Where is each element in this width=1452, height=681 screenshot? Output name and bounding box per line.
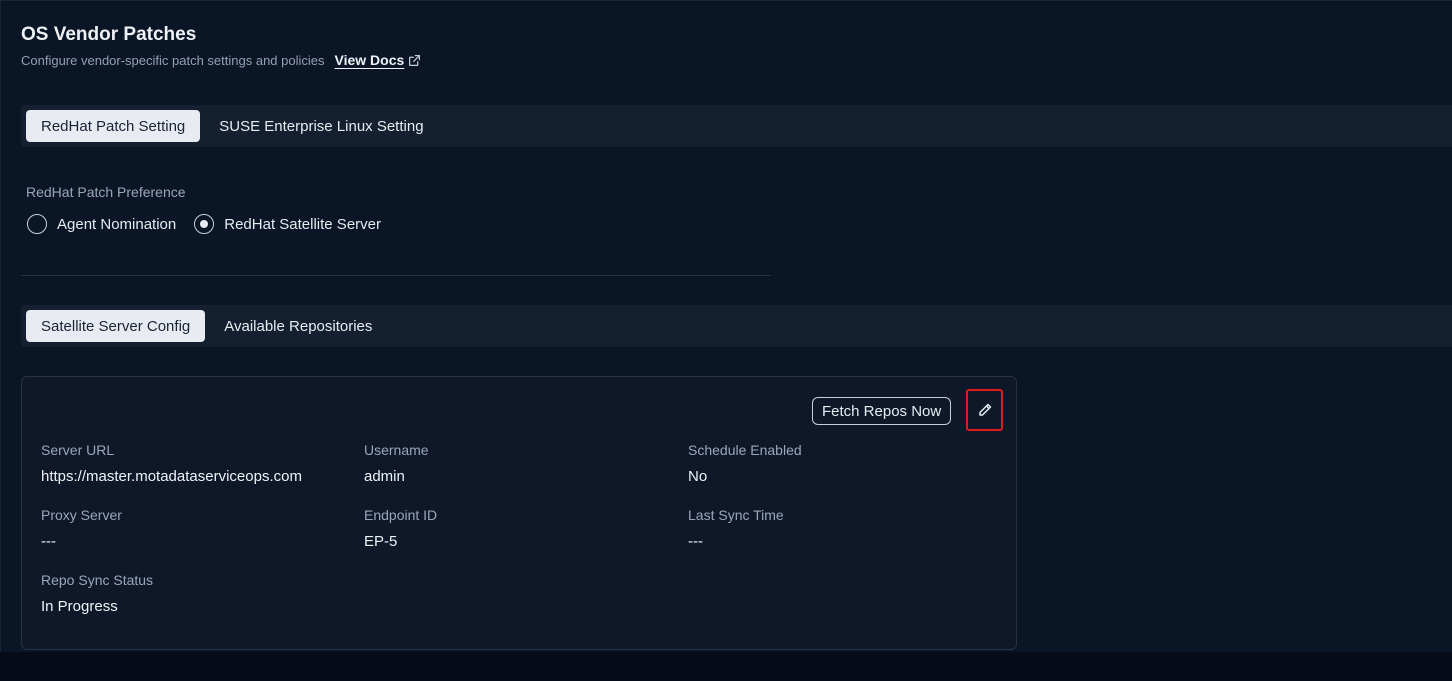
view-docs-label: View Docs	[334, 52, 405, 68]
tab-suse-enterprise-linux-setting[interactable]: SUSE Enterprise Linux Setting	[204, 110, 438, 142]
field-value: EP-5	[364, 533, 398, 550]
field-label: Server URL	[41, 442, 115, 458]
field-label: Endpoint ID	[364, 507, 438, 523]
view-docs-link[interactable]: View Docs	[335, 52, 422, 68]
field-value: In Progress	[41, 598, 118, 615]
radio-circle-selected[interactable]	[194, 214, 215, 234]
tab-available-repositories[interactable]: Available Repositories	[209, 310, 387, 342]
radio-label: Agent Nomination	[57, 215, 177, 233]
field-endpoint-id: Endpoint ID EP-5	[364, 507, 437, 550]
field-proxy-server: Proxy Server ---	[41, 507, 122, 550]
field-label: Repo Sync Status	[41, 572, 154, 588]
page: OS Vendor Patches Configure vendor-speci…	[0, 0, 1452, 652]
external-link-icon	[409, 54, 421, 66]
config-tabs: Satellite Server Config Available Reposi…	[21, 305, 1452, 347]
radio-circle[interactable]	[27, 214, 47, 234]
field-username: Username admin	[364, 442, 429, 485]
vendor-tabs: RedHat Patch Setting SUSE Enterprise Lin…	[21, 105, 1452, 147]
radio-agent-nomination[interactable]: Agent Nomination	[27, 214, 176, 234]
satellite-config-card: Fetch Repos Now Server URL https://maste…	[21, 376, 1017, 650]
tab-redhat-patch-setting[interactable]: RedHat Patch Setting	[26, 110, 201, 142]
radio-redhat-satellite-server[interactable]: RedHat Satellite Server	[194, 214, 381, 234]
pencil-icon	[978, 403, 991, 416]
edit-button[interactable]	[966, 389, 1003, 431]
field-value: ---	[41, 533, 56, 550]
field-schedule-enabled: Schedule Enabled No	[688, 442, 802, 485]
field-value: admin	[364, 468, 405, 485]
page-title: OS Vendor Patches	[21, 24, 197, 45]
field-label: Username	[364, 442, 429, 458]
field-label: Last Sync Time	[688, 507, 784, 523]
field-value: ---	[688, 533, 703, 550]
fetch-repos-button[interactable]: Fetch Repos Now	[812, 397, 952, 425]
subtitle-row: Configure vendor-specific patch settings…	[21, 52, 421, 68]
field-value: https://master.motadataserviceops.com	[41, 468, 302, 485]
field-repo-sync-status: Repo Sync Status In Progress	[41, 572, 153, 615]
preference-radio-group: Agent Nomination RedHat Satellite Server	[27, 214, 399, 234]
field-server-url: Server URL https://master.motadataservic…	[41, 442, 302, 485]
section-divider	[21, 275, 771, 276]
field-value: No	[688, 468, 708, 485]
field-label: Schedule Enabled	[688, 442, 802, 458]
radio-label: RedHat Satellite Server	[224, 215, 381, 233]
radio-dot	[200, 220, 209, 228]
preference-label: RedHat Patch Preference	[26, 184, 186, 200]
page-subtitle: Configure vendor-specific patch settings…	[21, 52, 325, 68]
field-label: Proxy Server	[41, 507, 122, 523]
field-last-sync-time: Last Sync Time ---	[688, 507, 784, 550]
tab-satellite-server-config[interactable]: Satellite Server Config	[26, 310, 206, 342]
